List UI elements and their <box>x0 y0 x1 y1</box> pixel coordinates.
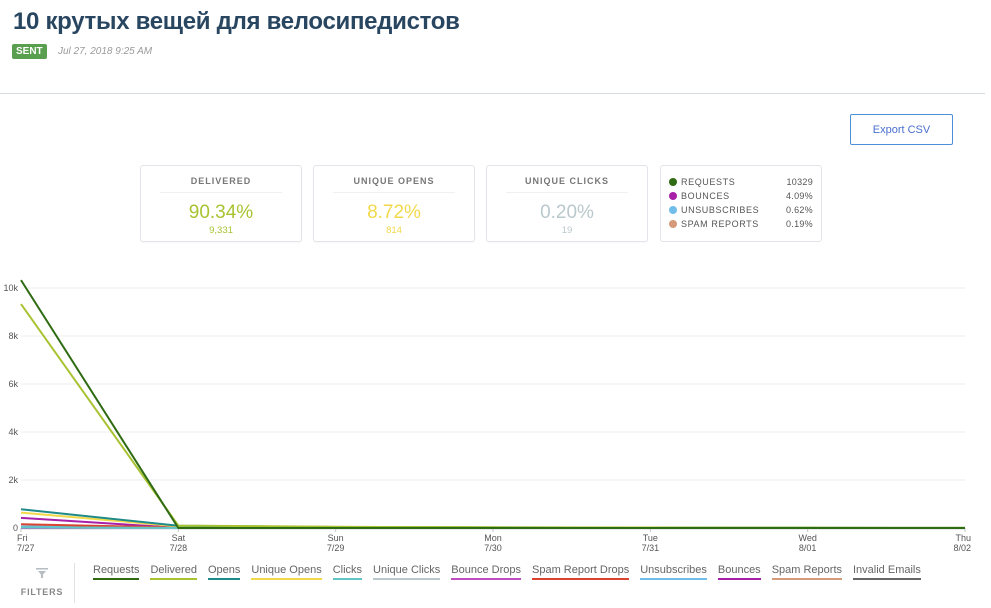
status-badge: SENT <box>12 44 47 59</box>
unsubscribes-dot-icon <box>669 206 677 214</box>
page-title: 10 крутых вещей для велосипедистов <box>13 8 460 35</box>
sent-date: Jul 27, 2018 9:25 AM <box>58 46 153 57</box>
x-tick-date-label: 8/01 <box>799 543 817 553</box>
legend-item-requests[interactable]: Requests <box>93 564 140 580</box>
x-tick-date-label: 7/27 <box>17 543 35 553</box>
y-tick-label: 10k <box>3 283 18 293</box>
filters-toggle[interactable]: FILTERS <box>20 568 64 597</box>
y-tick-label: 8k <box>8 331 18 341</box>
x-tick-date-label: 7/31 <box>642 543 660 553</box>
y-tick-label: 0 <box>13 523 18 533</box>
stat-value: 0.19% <box>785 219 813 229</box>
x-tick-day-label: Wed <box>798 533 816 543</box>
x-tick-day-label: Thu <box>955 533 971 543</box>
chart-legend: Requests Delivered Opens Unique Opens Clicks… <box>93 564 921 580</box>
card-label: UNIQUE CLICKS <box>524 176 609 186</box>
stat-value: 10329 <box>786 177 813 187</box>
stat-requests: REQUESTS 10329 <box>669 175 813 189</box>
spam-reports-dot-icon <box>669 220 677 228</box>
delivered-card: DELIVERED 90.34% 9,331 <box>140 165 302 242</box>
card-label: UNIQUE OPENS <box>353 176 435 186</box>
legend-item-unsubscribes[interactable]: Unsubscribes <box>640 564 707 580</box>
stat-label: BOUNCES <box>681 191 730 201</box>
card-percent: 0.20% <box>540 202 594 223</box>
unique-opens-card: UNIQUE OPENS 8.72% 814 <box>313 165 475 242</box>
x-tick-date-label: 7/29 <box>327 543 345 553</box>
x-tick-date-label: 7/30 <box>484 543 502 553</box>
unique-clicks-card: UNIQUE CLICKS 0.20% 19 <box>486 165 648 242</box>
card-divider <box>506 192 628 193</box>
series-line-opens <box>20 508 966 529</box>
card-label: DELIVERED <box>190 176 252 186</box>
bounces-dot-icon <box>669 192 677 200</box>
series-line-requests <box>20 279 965 529</box>
stat-value: 0.62% <box>785 205 813 215</box>
legend-item-clicks[interactable]: Clicks <box>332 564 363 580</box>
legend-item-opens[interactable]: Opens <box>207 564 241 580</box>
x-tick-day-label: Sun <box>328 533 344 543</box>
card-percent: 8.72% <box>367 202 421 223</box>
x-tick-day-label: Mon <box>484 533 502 543</box>
legend-item-delivered[interactable]: Delivered <box>150 564 197 580</box>
card-percent: 90.34% <box>188 202 254 223</box>
legend-item-spam-reports[interactable]: Spam Reports <box>771 564 842 580</box>
x-tick-day-label: Sat <box>172 533 186 543</box>
stat-value: 4.09% <box>785 191 813 201</box>
filters-label: FILTERS <box>20 587 64 597</box>
card-divider <box>160 192 282 193</box>
card-count: 814 <box>386 225 402 236</box>
card-count: 9,331 <box>209 225 233 236</box>
activity-line-chart: 0 2k 4k 6k 8k 10k Fri7/27 Sat7/28 Sun7/29 Mon7/30… <box>3 279 971 553</box>
series-line-unique-opens <box>20 511 966 529</box>
requests-dot-icon <box>669 178 677 186</box>
y-tick-label: 4k <box>8 427 18 437</box>
stat-label: SPAM REPORTS <box>681 219 759 229</box>
x-tick-day-label: Tue <box>643 533 658 543</box>
x-tick-date-label: 8/02 <box>953 543 971 553</box>
x-tick-date-label: 7/28 <box>170 543 188 553</box>
y-tick-label: 6k <box>8 379 18 389</box>
stat-spam-reports: SPAM REPORTS 0.19% <box>669 217 813 231</box>
stats-panel: REQUESTS 10329 BOUNCES 4.09% UNSUBSCRIBE… <box>660 165 822 242</box>
card-divider <box>333 192 455 193</box>
filters-divider <box>74 563 75 603</box>
stat-bounces: BOUNCES 4.09% <box>669 189 813 203</box>
x-tick-day-label: Fri <box>17 533 28 543</box>
legend-item-bounce-drops[interactable]: Bounce Drops <box>451 564 522 580</box>
stat-label: REQUESTS <box>681 177 736 187</box>
legend-item-spam-report-drops[interactable]: Spam Report Drops <box>532 564 630 580</box>
header-divider <box>0 93 985 94</box>
filter-funnel-icon <box>20 568 64 581</box>
stat-unsubscribes: UNSUBSCRIBES 0.62% <box>669 203 813 217</box>
stat-label: UNSUBSCRIBES <box>681 205 760 215</box>
series-line-delivered <box>20 303 966 529</box>
card-count: 19 <box>561 225 573 236</box>
legend-item-unique-clicks[interactable]: Unique Clicks <box>373 564 441 580</box>
legend-item-invalid-emails[interactable]: Invalid Emails <box>853 564 921 580</box>
export-csv-button[interactable]: Export CSV <box>850 114 953 145</box>
y-tick-label: 2k <box>8 475 18 485</box>
legend-item-unique-opens[interactable]: Unique Opens <box>251 564 322 580</box>
legend-item-bounces[interactable]: Bounces <box>717 564 761 580</box>
